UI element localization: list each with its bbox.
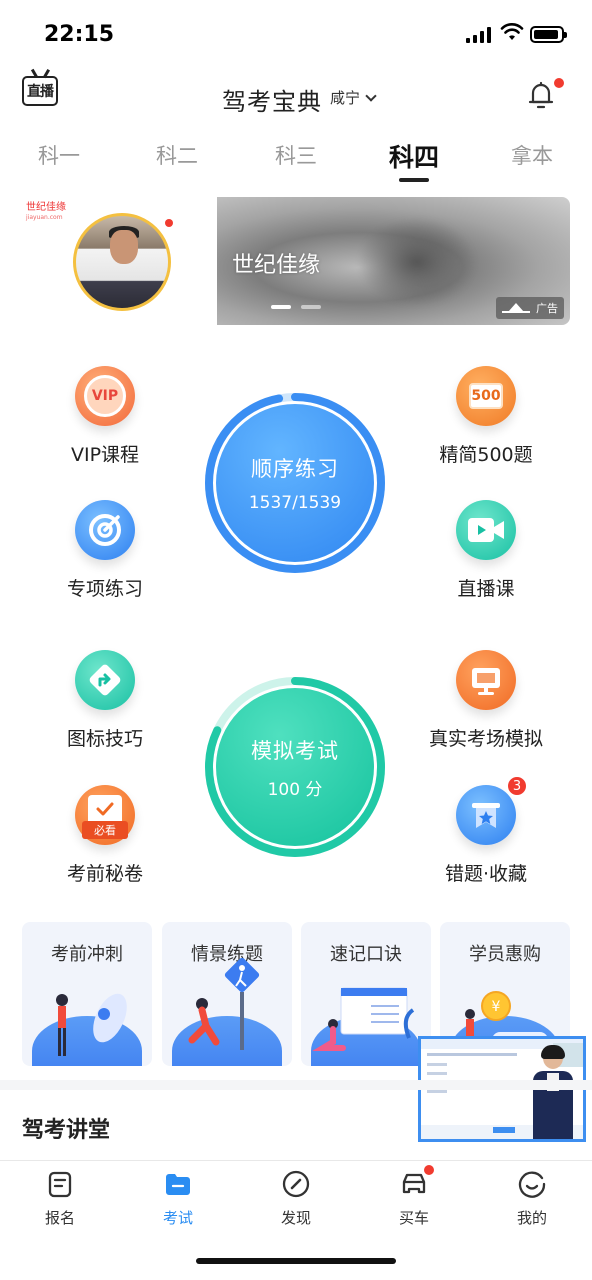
app-screen: 22:15 直播 驾考宝典 咸宁 科一 科二 科三 科四 拿本 世纪佳缘 jia…	[0, 0, 592, 1280]
tab-ke1[interactable]: 科一	[19, 140, 99, 170]
tabbar-label-mine: 我的	[516, 1209, 547, 1227]
sequence-practice-button[interactable]: 顺序练习 1537/1539	[204, 392, 386, 574]
tabbar-label-discover: 发现	[280, 1209, 311, 1227]
ad-banner-text: 世纪佳缘	[232, 253, 321, 278]
compass-icon	[282, 1170, 310, 1198]
jingjian-500-label: 精简500题	[439, 444, 533, 466]
rocket-illustration	[56, 993, 127, 1056]
presenter-figure	[529, 1045, 577, 1139]
tab-ke4[interactable]: 科四	[374, 138, 454, 174]
city-selector[interactable]: 咸宁	[330, 87, 377, 108]
card-sprint[interactable]: 考前冲刺	[22, 922, 152, 1066]
card-scenario[interactable]: 情景练题	[162, 922, 292, 1066]
ad-logo-icon	[502, 303, 530, 313]
mock-exam-score: 100 分	[267, 779, 323, 800]
secret-paper-label: 考前秘卷	[66, 863, 143, 885]
road-sign-icon	[75, 650, 135, 710]
wifi-icon	[500, 23, 524, 40]
smile-icon	[518, 1171, 546, 1198]
tab-ke3[interactable]: 科三	[256, 140, 336, 170]
carousel-dots	[271, 305, 321, 309]
sign-tips-button[interactable]: 图标技巧	[25, 650, 185, 751]
brand-logo-sub: jiayuan.com	[26, 214, 63, 221]
must-see-icon: 必看	[75, 785, 135, 845]
avatar	[73, 213, 171, 311]
secret-paper-button[interactable]: 必看 考前秘卷	[25, 785, 185, 886]
chevron-down-icon	[365, 89, 377, 102]
cellular-signal-icon	[466, 27, 491, 43]
mistakes-count-badge: 3	[506, 775, 528, 797]
mock-exam-core: 模拟考试 100 分	[216, 688, 374, 846]
brand-logo-text: 世纪佳缘	[26, 202, 66, 213]
live-course-button[interactable]: 直播课	[406, 500, 566, 601]
section-divider	[0, 1080, 592, 1090]
mock-exam-title: 模拟考试	[251, 738, 339, 763]
sign-tips-label: 图标技巧	[66, 728, 143, 750]
vip-course-button[interactable]: VIP VIP课程	[25, 366, 185, 467]
card-mnemonic[interactable]: 速记口诀	[301, 922, 431, 1066]
vip-icon: VIP	[75, 366, 135, 426]
ad-banner[interactable]: 世纪佳缘 广告	[217, 197, 570, 325]
tab-naben[interactable]: 拿本	[492, 140, 572, 170]
live-button[interactable]: 直播	[22, 76, 58, 106]
tabbar-item-signup[interactable]: 报名	[20, 1169, 100, 1228]
tabbar-item-discover[interactable]: 发现	[256, 1169, 336, 1228]
tabbar-label-signup: 报名	[44, 1209, 75, 1227]
bottom-tab-bar: 报名 考试 发现 买车 我的	[0, 1160, 592, 1240]
status-time: 22:15	[44, 22, 115, 47]
tabbar-item-buycar[interactable]: 买车	[374, 1165, 454, 1228]
tab-ke2[interactable]: 科二	[137, 140, 217, 170]
special-practice-button[interactable]: 专项练习	[25, 500, 185, 601]
brand-logo: 世纪佳缘 jiayuan.com	[26, 203, 66, 223]
status-bar: 22:15	[0, 0, 592, 70]
tabbar-item-mine[interactable]: 我的	[492, 1169, 572, 1228]
notification-dot	[554, 78, 564, 88]
home-indicator	[196, 1258, 396, 1264]
battery-icon	[530, 26, 567, 43]
section-title-lecture: 驾考讲堂	[22, 1118, 111, 1143]
tabbar-label-buycar: 买车	[398, 1209, 429, 1227]
avatar-status-dot	[165, 219, 173, 227]
tabbar-item-exam[interactable]: 考试	[138, 1169, 218, 1228]
real-exam-sim-label: 真实考场模拟	[428, 728, 543, 750]
monitor-icon	[456, 650, 516, 710]
clipboard-icon	[48, 1171, 72, 1198]
video-icon	[456, 500, 516, 560]
folder-icon	[166, 1174, 190, 1195]
app-title: 驾考宝典	[222, 88, 322, 116]
subject-tabs: 科一 科二 科三 科四 拿本	[0, 138, 592, 184]
pedestrian-sign-illustration	[188, 957, 260, 1050]
500-questions-icon: 500	[456, 366, 516, 426]
ad-tag: 广告	[496, 297, 564, 319]
special-practice-label: 专项练习	[66, 578, 143, 600]
bookmark-icon: 3	[456, 775, 528, 845]
notification-button[interactable]	[524, 78, 564, 112]
board-illustration	[312, 987, 415, 1051]
jingjian-500-button[interactable]: 500 精简500题	[406, 366, 566, 467]
ad-tag-label: 广告	[536, 302, 558, 315]
ad-profile[interactable]: 世纪佳缘 jiayuan.com	[18, 197, 217, 325]
sequence-practice-title: 顺序练习	[251, 457, 339, 481]
mistakes-favorites-button[interactable]: 3 错题·收藏	[406, 775, 566, 886]
tabbar-label-exam: 考试	[162, 1209, 193, 1227]
city-label: 咸宁	[330, 89, 361, 107]
buycar-notification-dot	[424, 1165, 434, 1175]
sequence-practice-core: 顺序练习 1537/1539	[216, 404, 374, 562]
bell-icon	[528, 81, 554, 109]
real-exam-sim-button[interactable]: 真实考场模拟	[406, 650, 566, 751]
mistakes-favorites-label: 错题·收藏	[444, 863, 528, 885]
svg-text:¥: ¥	[492, 999, 501, 1015]
vip-course-label: VIP课程	[70, 444, 140, 466]
sequence-practice-progress: 1537/1539	[248, 493, 342, 513]
active-tab-indicator	[399, 178, 429, 182]
live-course-label: 直播课	[457, 578, 515, 600]
target-icon	[75, 500, 135, 560]
mock-exam-button[interactable]: 模拟考试 100 分	[204, 676, 386, 858]
